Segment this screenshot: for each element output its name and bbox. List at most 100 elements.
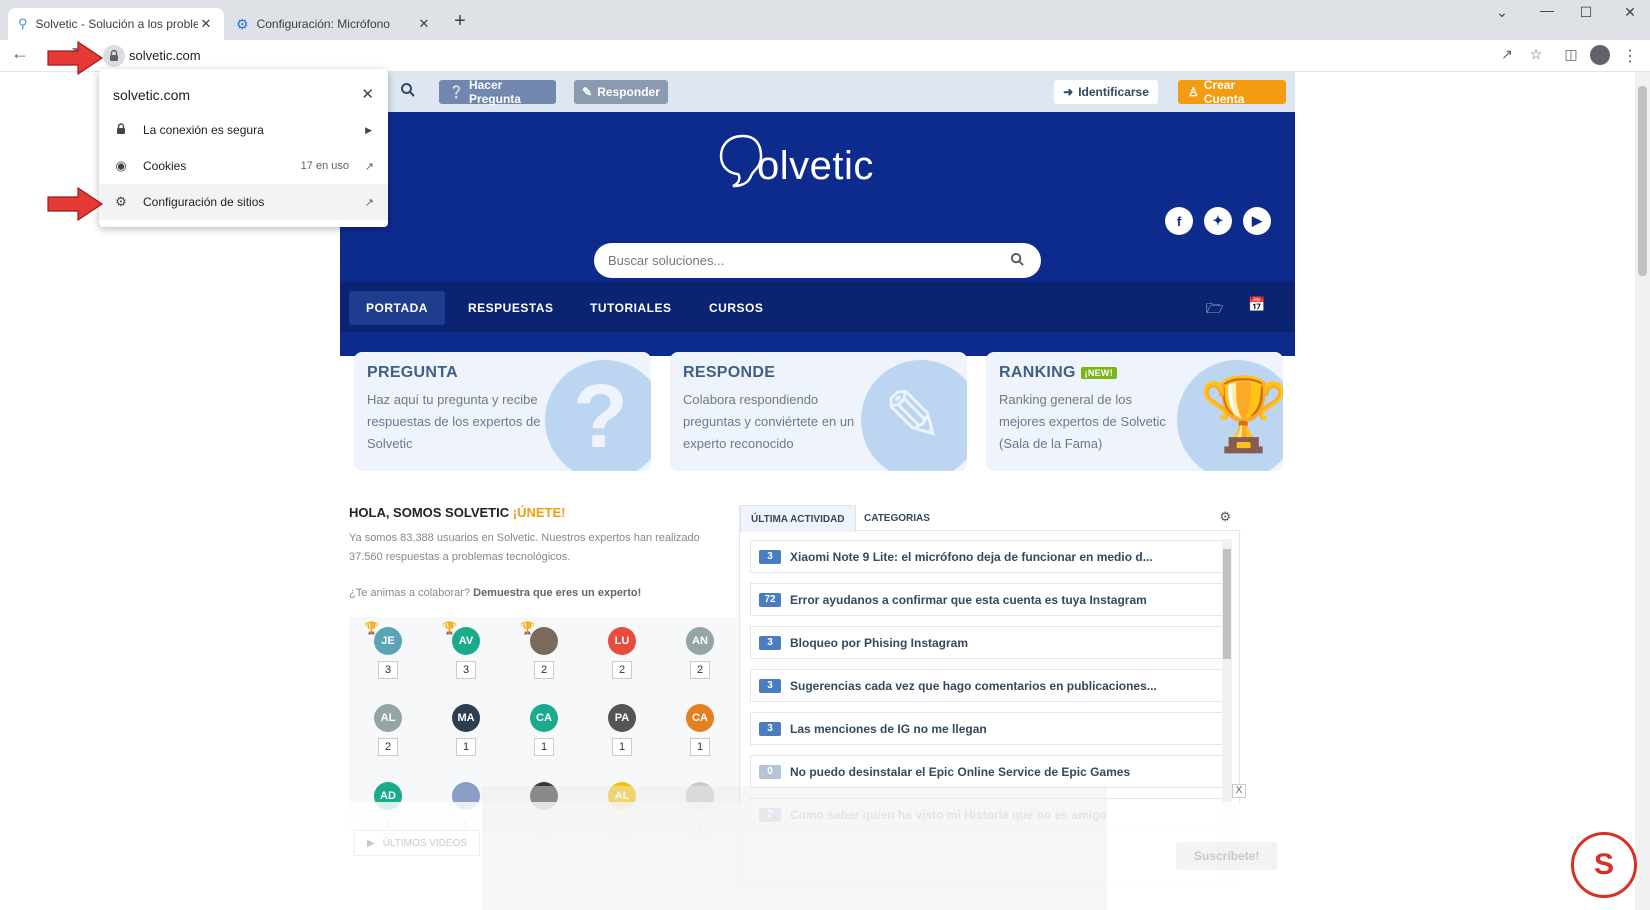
nav-respuestas[interactable]: RESPUESTAS [451, 291, 570, 325]
page-scrollbar-thumb[interactable] [1638, 86, 1647, 276]
card-text: Haz aquí tu pregunta y recibe respuestas… [367, 392, 541, 451]
ad-close-button[interactable]: X [1232, 784, 1246, 798]
back-icon[interactable]: ← [10, 43, 30, 63]
menu-icon[interactable]: ⋮ [1620, 46, 1640, 66]
site-search-input[interactable]: Buscar soluciones... [594, 243, 1041, 278]
welcome-title-text: HOLA, SOMOS SOLVETIC [349, 505, 510, 520]
play-icon: ▶ [367, 837, 375, 849]
close-window-button[interactable]: ✕ [1610, 4, 1650, 24]
card-pregunta[interactable]: ? PREGUNTA Haz aquí tu pregunta y recibe… [354, 352, 651, 471]
expert-avatar[interactable]: AN [686, 627, 714, 655]
close-tab-icon[interactable]: ✕ [416, 16, 432, 32]
cta-link[interactable]: Demuestra que eres un experto! [473, 587, 641, 599]
question-mark-icon: ? [545, 360, 651, 471]
latest-videos-label: ▶ ÚLTIMOS VIDEOS [354, 830, 480, 856]
external-link-icon: ↗ [364, 196, 374, 209]
card-text: Colabora respondiendo preguntas y convié… [683, 392, 855, 451]
expert-avatar[interactable]: PA [608, 704, 636, 732]
nav-tutoriales[interactable]: TUTORIALES [573, 291, 688, 325]
search-placeholder: Buscar soluciones... [608, 253, 725, 268]
side-panel-icon[interactable]: ◫ [1561, 46, 1581, 66]
tab-title: Solvetic - Solución a los problem [35, 17, 198, 31]
trophy-icon: 🏆 [520, 621, 535, 635]
card-responde[interactable]: ✎ RESPONDE Colabora respondiendo pregunt… [670, 352, 967, 471]
answer-button[interactable]: ✎ Responder [574, 80, 668, 104]
search-icon[interactable] [1010, 252, 1025, 272]
settings-gear-icon[interactable]: ⚙ [1219, 509, 1231, 525]
activity-item[interactable]: 3 Xiaomi Note 9 Lite: el micrófono deja d… [750, 540, 1231, 573]
red-arrow-annotation [47, 186, 104, 222]
tab-configuracion[interactable]: ⚙ Configuración: Micrófono ✕ [226, 8, 442, 40]
maximize-button[interactable]: ☐ [1566, 4, 1606, 24]
trophy-icon: 🏆 [364, 621, 379, 635]
row-label: La conexión es segura [143, 123, 264, 137]
expert-avatar[interactable]: LU [608, 627, 636, 655]
ask-question-button[interactable]: ❔ Hacer Pregunta [439, 78, 556, 106]
expert-avatar[interactable]: MA [452, 704, 480, 732]
twitter-icon[interactable]: ✦ [1204, 207, 1232, 235]
activity-item[interactable]: 3 Sugerencias cada vez que hago comentari… [750, 669, 1231, 702]
expert-avatar[interactable]: CA [530, 704, 558, 732]
join-link[interactable]: ¡ÚNETE! [513, 505, 566, 520]
answer-label: Responder [597, 85, 660, 99]
tab-ultima-actividad[interactable]: ÚLTIMA ACTIVIDAD [740, 505, 856, 532]
page-scrollbar[interactable] [1635, 72, 1650, 910]
subscribe-button[interactable]: Suscríbete! [1176, 842, 1278, 870]
expert-count: 3 [456, 661, 476, 679]
url-text[interactable]: solvetic.com [129, 48, 201, 63]
nav-portada[interactable]: PORTADA [349, 291, 445, 325]
activity-item[interactable]: 0 No puedo desinstalar el Epic Online Ser… [750, 755, 1231, 788]
expert-avatar[interactable]: AL [374, 704, 402, 732]
cookies-row[interactable]: ◉ Cookies 17 en uso ↗ [99, 148, 388, 184]
reply-count-badge: 72 [759, 592, 781, 607]
activity-title: Bloqueo por Phising Instagram [790, 635, 969, 650]
connection-secure-row[interactable]: La conexión es segura ▶ [99, 112, 388, 148]
tab-categorias[interactable]: CATEGORIAS [864, 505, 930, 531]
tab-solvetic[interactable]: ⚲ Solvetic - Solución a los problem ✕ [8, 8, 224, 40]
reply-count-badge: 3 [759, 678, 781, 693]
close-tab-icon[interactable]: ✕ [198, 16, 214, 32]
expert-count: 2 [534, 661, 554, 679]
search-icon[interactable] [400, 82, 416, 102]
facebook-icon[interactable]: f [1165, 207, 1193, 235]
calendar-icon[interactable]: 📅 [1248, 296, 1265, 313]
question-icon: ❔ [449, 85, 464, 99]
minimize-window-button[interactable]: — [1527, 2, 1567, 22]
youtube-icon[interactable]: ▶ [1243, 207, 1271, 235]
user-plus-icon: ♙ [1188, 85, 1199, 99]
close-icon[interactable]: ✕ [361, 85, 374, 103]
expert-count: 2 [378, 738, 398, 756]
nav-cursos[interactable]: CURSOS [692, 291, 780, 325]
gear-icon: ⚙ [115, 194, 127, 209]
login-label: Identificarse [1078, 85, 1149, 99]
red-arrow-annotation [47, 40, 104, 76]
site-settings-row[interactable]: ⚙ Configuración de sitios ↗ [99, 184, 388, 220]
cta-question: ¿Te animas a colaborar? [349, 587, 471, 599]
login-button[interactable]: ➜ Identificarse [1054, 80, 1158, 104]
activity-title: Xiaomi Note 9 Lite: el micrófono deja de… [790, 549, 1153, 564]
register-button[interactable]: ♙ Crear Cuenta [1178, 78, 1286, 106]
share-icon[interactable]: ↗ [1497, 46, 1517, 66]
activity-item[interactable]: 72 Error ayudanos a confirmar que esta cu… [750, 583, 1231, 616]
scrollbar-thumb[interactable] [1223, 549, 1231, 659]
folder-icon[interactable]: 🗁 [1206, 298, 1223, 322]
gear-icon: ⚙ [236, 15, 249, 32]
expert-count: 1 [534, 738, 554, 756]
expert-avatar[interactable]: CA [686, 704, 714, 732]
card-ranking[interactable]: 🏆 RANKING ¡NEW! Ranking general de los m… [986, 352, 1283, 471]
lock-icon[interactable] [103, 45, 125, 67]
activity-item[interactable]: 3 Las menciones de IG no me llegan [750, 712, 1231, 745]
profile-icon[interactable] [1590, 45, 1610, 65]
search-icon: ⚲ [18, 16, 28, 31]
star-icon[interactable]: ☆ [1526, 46, 1546, 66]
chevron-right-icon: ▶ [365, 124, 372, 135]
activity-item[interactable]: 3 Bloqueo por Phising Instagram [750, 626, 1231, 659]
activity-title: Error ayudanos a confirmar que esta cuen… [790, 592, 1147, 607]
site-logo[interactable]: olvetic [715, 130, 885, 200]
new-tab-button[interactable]: + [448, 10, 472, 33]
card-text: Ranking general de los mejores expertos … [999, 392, 1166, 451]
expert-count: 1 [456, 738, 476, 756]
minimize-button[interactable]: ⌄ [1482, 4, 1522, 24]
activity-tabs: ÚLTIMA ACTIVIDAD CATEGORIAS ⚙ [740, 505, 1241, 532]
cookies-count: 17 en uso [300, 160, 349, 172]
